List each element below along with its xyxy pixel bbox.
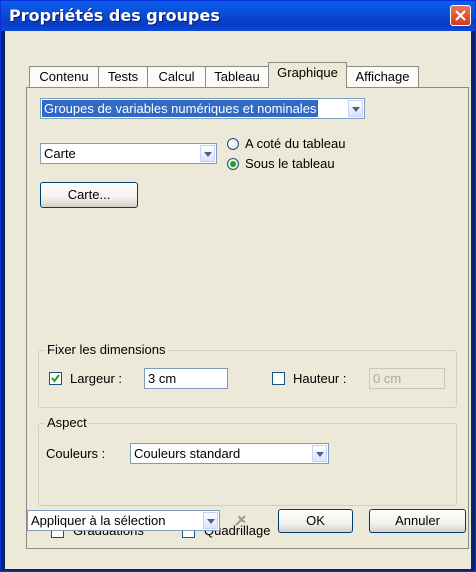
height-input[interactable]: 0 cm xyxy=(369,368,445,389)
colors-value: Couleurs standard xyxy=(134,446,241,461)
chart-type-select[interactable]: Carte xyxy=(40,143,217,164)
cancel-button[interactable]: Annuler xyxy=(369,509,466,533)
tab-label: Affichage xyxy=(355,69,410,84)
ok-button[interactable]: OK xyxy=(278,509,353,533)
close-icon xyxy=(455,10,466,21)
tab-tests[interactable]: Tests xyxy=(98,66,148,87)
radio-selected-dot xyxy=(230,161,236,167)
radio-below-table[interactable] xyxy=(227,158,239,170)
tab-label: Tableau xyxy=(214,69,260,84)
apply-scope-select[interactable]: Appliquer à la sélection xyxy=(27,510,220,531)
chevron-down-icon[interactable] xyxy=(312,445,327,462)
dialog-title: Propriétés des groupes xyxy=(9,6,220,25)
tab-label: Graphique xyxy=(277,65,338,80)
tab-affichage[interactable]: Affichage xyxy=(346,66,419,87)
radio-below-label[interactable]: Sous le tableau xyxy=(245,156,335,172)
title-bar[interactable]: Propriétés des groupes xyxy=(1,1,475,31)
aspect-legend: Aspect xyxy=(45,415,89,431)
dialog-window: Propriétés des groupes Contenu Tests Cal… xyxy=(0,0,476,572)
dialog-client: Contenu Tests Calcul Tableau Graphique A… xyxy=(5,31,471,569)
tab-contenu[interactable]: Contenu xyxy=(29,66,99,87)
dimensions-group: Fixer les dimensions Largeur : 3 cm Haut… xyxy=(38,342,457,408)
chevron-down-icon[interactable] xyxy=(203,512,218,529)
height-label: Hauteur : xyxy=(293,371,347,386)
graphique-panel: Groupes de variables numériques et nomin… xyxy=(26,87,469,549)
tab-label: Calcul xyxy=(158,69,195,84)
radio-beside-label[interactable]: A coté du tableau xyxy=(245,136,345,152)
aspect-group: Aspect Couleurs : Couleurs standard xyxy=(38,415,457,506)
group-type-value: Groupes de variables numériques et nomin… xyxy=(42,100,319,117)
tab-calcul[interactable]: Calcul xyxy=(147,66,206,87)
height-checkbox[interactable] xyxy=(272,372,285,385)
chevron-down-icon[interactable] xyxy=(348,100,363,117)
tab-label: Tests xyxy=(107,69,139,84)
radio-beside-table[interactable] xyxy=(227,138,239,150)
apply-icon[interactable] xyxy=(233,513,249,529)
carte-button[interactable]: Carte... xyxy=(40,182,138,208)
colors-label: Couleurs : xyxy=(46,446,106,461)
width-label: Largeur : xyxy=(70,371,123,386)
group-type-select[interactable]: Groupes de variables numériques et nomin… xyxy=(40,98,365,119)
chart-type-value: Carte xyxy=(44,146,76,161)
close-button[interactable] xyxy=(450,5,471,26)
apply-scope-value: Appliquer à la sélection xyxy=(31,513,166,528)
dimensions-legend: Fixer les dimensions xyxy=(45,342,168,358)
chevron-down-icon[interactable] xyxy=(200,145,215,162)
tab-label: Contenu xyxy=(39,69,89,84)
width-checkbox[interactable] xyxy=(49,372,62,385)
tab-graphique[interactable]: Graphique xyxy=(268,62,347,88)
colors-select[interactable]: Couleurs standard xyxy=(130,443,329,464)
tab-tableau[interactable]: Tableau xyxy=(205,66,269,87)
width-input[interactable]: 3 cm xyxy=(144,368,228,389)
checkmark-icon xyxy=(51,374,60,383)
